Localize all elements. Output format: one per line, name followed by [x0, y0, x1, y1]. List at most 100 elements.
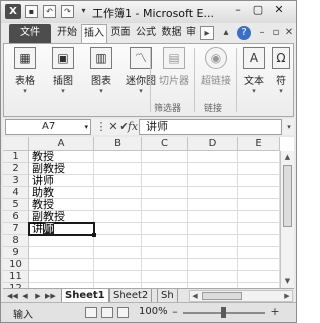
- empty-cell[interactable]: [29, 247, 94, 259]
- zoom-out-button[interactable]: –: [169, 306, 181, 318]
- vertical-scrollbar[interactable]: ▲ ▼: [280, 151, 294, 288]
- help-icon[interactable]: ?: [237, 26, 251, 40]
- hyperlink-button[interactable]: ◉ 超链接: [196, 46, 236, 98]
- empty-cell[interactable]: [94, 235, 142, 247]
- empty-cell[interactable]: [94, 223, 142, 235]
- normal-view-icon[interactable]: [85, 307, 97, 318]
- workbook-minimize-icon[interactable]: –: [255, 26, 269, 40]
- empty-cell[interactable]: [94, 163, 142, 175]
- column-header-d[interactable]: D: [188, 137, 238, 151]
- scroll-left-icon[interactable]: ◀: [190, 291, 200, 301]
- workbook-restore-icon[interactable]: ▫: [269, 26, 283, 40]
- empty-cell[interactable]: [188, 199, 238, 211]
- empty-cell[interactable]: [142, 151, 188, 163]
- horizontal-scrollbar[interactable]: ◀ ▶: [189, 290, 293, 302]
- tab-file[interactable]: 文件: [9, 24, 51, 43]
- empty-cell[interactable]: [238, 163, 280, 175]
- empty-cell[interactable]: [188, 175, 238, 187]
- tab-review[interactable]: 审: [185, 24, 197, 43]
- row-header[interactable]: 6: [3, 211, 29, 223]
- empty-cell[interactable]: [238, 211, 280, 223]
- scroll-up-icon[interactable]: ▲: [281, 151, 294, 163]
- empty-cell[interactable]: [142, 223, 188, 235]
- ribbon-minimize-icon[interactable]: ▴: [219, 26, 233, 40]
- row-header[interactable]: 8: [3, 235, 29, 247]
- empty-cell[interactable]: [238, 151, 280, 163]
- row-header[interactable]: 9: [3, 247, 29, 259]
- horizontal-scroll-thumb[interactable]: [202, 292, 242, 300]
- empty-cell[interactable]: [142, 259, 188, 271]
- empty-cell[interactable]: [238, 247, 280, 259]
- empty-cell[interactable]: [188, 235, 238, 247]
- empty-cell[interactable]: [142, 163, 188, 175]
- row-header[interactable]: 7: [3, 223, 29, 235]
- vertical-scroll-thumb[interactable]: [283, 165, 292, 227]
- tab-home[interactable]: 开始: [54, 24, 80, 43]
- empty-cell[interactable]: [238, 223, 280, 235]
- empty-cell[interactable]: [238, 259, 280, 271]
- empty-cell[interactable]: [29, 235, 94, 247]
- empty-cell[interactable]: [238, 175, 280, 187]
- name-box[interactable]: A7 ▾: [5, 119, 91, 135]
- close-button[interactable]: ✕: [271, 3, 287, 17]
- row-header[interactable]: 11: [3, 271, 29, 283]
- select-all-corner[interactable]: [3, 137, 29, 151]
- workbook-close-icon[interactable]: ✕: [282, 26, 296, 40]
- row-header[interactable]: 1: [3, 151, 29, 163]
- illustrations-button[interactable]: ▣ 插图 ▾: [44, 46, 82, 98]
- chevron-down-icon[interactable]: ▾: [284, 119, 294, 135]
- quick-access-dropdown-icon[interactable]: ▾: [77, 5, 90, 18]
- last-sheet-icon[interactable]: ▶▶: [45, 290, 56, 302]
- empty-cell[interactable]: [94, 199, 142, 211]
- fill-handle[interactable]: [92, 233, 96, 237]
- row-header[interactable]: 10: [3, 259, 29, 271]
- empty-cell[interactable]: [188, 271, 238, 283]
- prev-sheet-icon[interactable]: ◀: [20, 290, 30, 302]
- tab-formulas[interactable]: 公式: [134, 24, 158, 43]
- table-button[interactable]: ▦ 表格 ▾: [6, 46, 44, 98]
- row-header[interactable]: 3: [3, 175, 29, 187]
- tab-insert[interactable]: 插入: [81, 24, 107, 43]
- empty-cell[interactable]: [94, 211, 142, 223]
- empty-cell[interactable]: [188, 163, 238, 175]
- sheet-tab-sheet2[interactable]: Sheet2: [109, 289, 153, 303]
- sheet-tab-sheet3[interactable]: Sh: [157, 289, 178, 303]
- empty-cell[interactable]: [188, 223, 238, 235]
- empty-cell[interactable]: [188, 151, 238, 163]
- chevron-down-icon[interactable]: ▾: [84, 120, 88, 134]
- column-header-c[interactable]: C: [142, 137, 188, 151]
- empty-cell[interactable]: [142, 211, 188, 223]
- empty-cell[interactable]: [142, 175, 188, 187]
- empty-cell[interactable]: [142, 187, 188, 199]
- row-header[interactable]: 4: [3, 187, 29, 199]
- page-break-view-icon[interactable]: [117, 307, 129, 318]
- excel-app-icon[interactable]: X: [5, 4, 21, 19]
- empty-cell[interactable]: [142, 235, 188, 247]
- slicer-button[interactable]: ▤ 切片器: [154, 46, 194, 98]
- empty-cell[interactable]: [188, 211, 238, 223]
- empty-cell[interactable]: [142, 199, 188, 211]
- maximize-button[interactable]: ▢: [250, 3, 266, 17]
- row-header[interactable]: 2: [3, 163, 29, 175]
- zoom-in-button[interactable]: +: [269, 306, 281, 318]
- empty-cell[interactable]: [142, 271, 188, 283]
- column-header-b[interactable]: B: [94, 137, 142, 151]
- empty-cell[interactable]: [94, 175, 142, 187]
- scroll-right-icon[interactable]: ▶: [282, 291, 292, 301]
- empty-cell[interactable]: [238, 199, 280, 211]
- empty-cell[interactable]: [238, 271, 280, 283]
- empty-cell[interactable]: [142, 247, 188, 259]
- undo-icon[interactable]: ↶: [43, 5, 56, 18]
- insert-function-icon[interactable]: fx: [127, 119, 139, 135]
- sheet-tab-sheet1[interactable]: Sheet1: [61, 289, 109, 303]
- cell-a7-active[interactable]: 讲师: [28, 222, 95, 236]
- empty-cell[interactable]: [188, 259, 238, 271]
- minimize-button[interactable]: –: [230, 3, 246, 17]
- empty-cell[interactable]: [29, 259, 94, 271]
- tab-scroll-right-icon[interactable]: ▸: [200, 26, 214, 40]
- empty-cell[interactable]: [238, 187, 280, 199]
- empty-cell[interactable]: [29, 271, 94, 283]
- empty-cell[interactable]: [94, 151, 142, 163]
- zoom-slider-thumb[interactable]: [221, 307, 226, 318]
- next-sheet-icon[interactable]: ▶: [33, 290, 43, 302]
